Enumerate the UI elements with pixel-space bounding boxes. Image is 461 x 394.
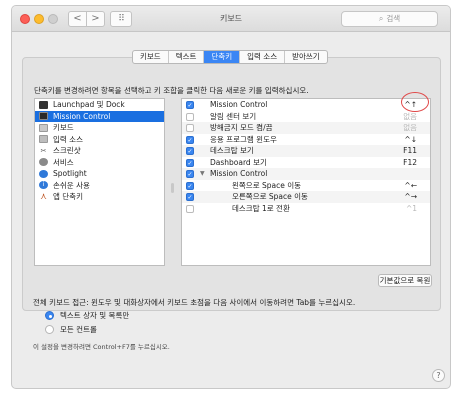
- spotlight-icon: [39, 169, 48, 178]
- tab-dictation[interactable]: 받아쓰기: [285, 51, 327, 63]
- shortcut-name: 방해금지 모드 켬/끔: [210, 123, 273, 132]
- category-label: 서비스: [53, 157, 74, 167]
- shortcut-row[interactable]: ✓ 데스크탑 보기 F11: [182, 145, 430, 157]
- radio-button[interactable]: [45, 325, 54, 334]
- shortcut-key[interactable]: F11: [403, 145, 417, 157]
- search-field[interactable]: ⌕ 검색: [341, 11, 438, 27]
- title-bar: < > ⠿ 키보드 ⌕ 검색: [12, 6, 450, 32]
- tab-text[interactable]: 텍스트: [169, 51, 205, 63]
- shortcut-checkbox[interactable]: ✓: [186, 193, 194, 201]
- category-item-services[interactable]: 서비스: [35, 157, 164, 169]
- category-item-launchpad[interactable]: Launchpad 및 Dock: [35, 99, 164, 111]
- shortcut-checkbox[interactable]: ✓: [186, 101, 194, 109]
- shortcut-row[interactable]: 데스크탑 1로 전환 ^1: [182, 203, 430, 215]
- shortcut-key[interactable]: ^↓: [404, 134, 417, 146]
- shortcut-checkbox[interactable]: ✓: [186, 135, 194, 144]
- category-item-spotlight[interactable]: Spotlight: [35, 168, 164, 180]
- tab-bar: 키보드 텍스트 단축키 입력 소스 받아쓰기: [132, 50, 328, 64]
- category-label: 앱 단축키: [53, 192, 83, 201]
- category-label: 입력 소스: [53, 134, 83, 144]
- tab-input-sources[interactable]: 입력 소스: [240, 51, 286, 63]
- mission-control-icon: [39, 112, 48, 121]
- tab-keyboard[interactable]: 키보드: [133, 51, 169, 63]
- shortcut-checkbox[interactable]: [186, 124, 194, 132]
- category-label: Launchpad 및 Dock: [53, 100, 125, 109]
- input-source-icon: [39, 135, 48, 144]
- category-item-screenshots[interactable]: ✂ 스크린샷: [35, 145, 164, 157]
- radio-label: 텍스트 상자 및 목록만: [60, 311, 130, 320]
- shortcut-name: Dashboard 보기: [210, 157, 267, 167]
- radio-label: 모든 컨트롤: [60, 325, 97, 334]
- shortcut-checkbox[interactable]: ✓: [186, 170, 194, 178]
- keyboard-icon: [39, 123, 48, 132]
- shortcut-row[interactable]: ✓ 응용 프로그램 윈도우 ^↓: [182, 134, 430, 146]
- shortcut-name: 왼쪽으로 Space 이동: [232, 180, 302, 190]
- category-item-mission-control[interactable]: Mission Control: [35, 110, 164, 122]
- shortcut-key[interactable]: 없음: [403, 111, 417, 123]
- shortcut-checkbox[interactable]: ✓: [186, 147, 194, 155]
- control-f7-note: 이 설정을 변경하려면 Control+F7를 누르십시오.: [33, 343, 170, 351]
- shortcut-checkbox[interactable]: ✓: [186, 181, 194, 190]
- disclosure-triangle-icon[interactable]: ▼: [200, 168, 205, 180]
- shortcut-key[interactable]: ^→: [404, 191, 417, 203]
- screenshot-icon: ✂: [40, 146, 47, 155]
- shortcut-row[interactable]: ✓ 오른쪽으로 Space 이동 ^→: [182, 191, 430, 203]
- launchpad-icon: [39, 100, 48, 109]
- shortcut-key[interactable]: 없음: [403, 122, 417, 134]
- shortcut-key[interactable]: F12: [403, 157, 417, 169]
- shortcut-row[interactable]: 알림 센터 보기 없음: [182, 111, 430, 123]
- category-list: Launchpad 및 Dock Mission Control 키보드 입력 …: [34, 98, 165, 266]
- shortcut-name: 오른쪽으로 Space 이동: [232, 192, 308, 201]
- shortcuts-panel: 단축키를 변경하려면 항목을 선택하고 키 조합을 클릭한 다음 새로운 키를 …: [22, 57, 441, 311]
- shortcut-group-name: Mission Control: [210, 169, 268, 178]
- category-label: Spotlight: [53, 169, 87, 178]
- radio-button-selected[interactable]: [45, 311, 54, 320]
- shortcut-name: 알림 센터 보기: [210, 111, 257, 121]
- category-item-accessibility[interactable]: i 손쉬운 사용: [35, 180, 164, 192]
- tab-shortcuts[interactable]: 단축키: [204, 51, 241, 63]
- shortcut-checkbox[interactable]: ✓: [186, 158, 194, 167]
- annotation-circle: [401, 92, 429, 112]
- instruction-text: 단축키를 변경하려면 항목을 선택하고 키 조합을 클릭한 다음 새로운 키를 …: [34, 86, 309, 95]
- shortcut-name: Mission Control: [210, 100, 268, 109]
- shortcut-key[interactable]: ^←: [404, 180, 417, 192]
- accessibility-icon: i: [39, 181, 48, 190]
- search-icon: ⌕: [378, 14, 384, 23]
- services-icon: [39, 158, 48, 167]
- shortcut-row[interactable]: ✓ 왼쪽으로 Space 이동 ^←: [182, 180, 430, 192]
- category-item-keyboard[interactable]: 키보드: [35, 122, 164, 134]
- keyboard-preferences-window: < > ⠿ 키보드 ⌕ 검색 키보드 텍스트 단축키 입력 소스 받아쓰기 단축키…: [11, 5, 451, 389]
- split-view-divider[interactable]: [171, 183, 174, 193]
- search-placeholder: 검색: [386, 14, 401, 23]
- shortcut-name: 데스크탑 1로 전환: [232, 203, 290, 213]
- shortcut-row[interactable]: ✓ Dashboard 보기 F12: [182, 157, 430, 169]
- category-item-input-sources[interactable]: 입력 소스: [35, 134, 164, 146]
- shortcut-row[interactable]: ✓ Mission Control ^↑: [182, 99, 430, 111]
- shortcut-row[interactable]: 방해금지 모드 켬/끔 없음: [182, 122, 430, 134]
- radio-all-controls[interactable]: 모든 컨트롤: [45, 324, 97, 335]
- category-label: 스크린샷: [53, 146, 81, 155]
- category-label: 손쉬운 사용: [53, 180, 90, 190]
- shortcut-table: ✓ Mission Control ^↑ 알림 센터 보기 없음 방해금지 모드…: [181, 98, 431, 266]
- help-button[interactable]: ?: [432, 369, 445, 382]
- shortcut-key[interactable]: ^1: [406, 203, 417, 215]
- shortcut-checkbox[interactable]: [186, 204, 194, 213]
- category-item-app-shortcuts[interactable]: ⋏ 앱 단축키: [35, 191, 164, 203]
- full-keyboard-access-label: 전체 키보드 접근: 윈도우 및 대화상자에서 키보드 초점을 다음 사이에서 …: [33, 298, 356, 307]
- radio-text-boxes-and-lists[interactable]: 텍스트 상자 및 목록만: [45, 310, 129, 321]
- app-shortcuts-icon: ⋏: [40, 191, 47, 202]
- category-label: Mission Control: [53, 111, 111, 121]
- shortcut-group-row[interactable]: ✓ ▼ Mission Control: [182, 168, 430, 180]
- shortcut-checkbox[interactable]: [186, 112, 194, 121]
- restore-defaults-button[interactable]: 기본값으로 복원: [378, 274, 432, 287]
- category-label: 키보드: [53, 123, 74, 132]
- shortcut-name: 데스크탑 보기: [210, 146, 254, 155]
- shortcut-name: 응용 프로그램 윈도우: [210, 134, 277, 144]
